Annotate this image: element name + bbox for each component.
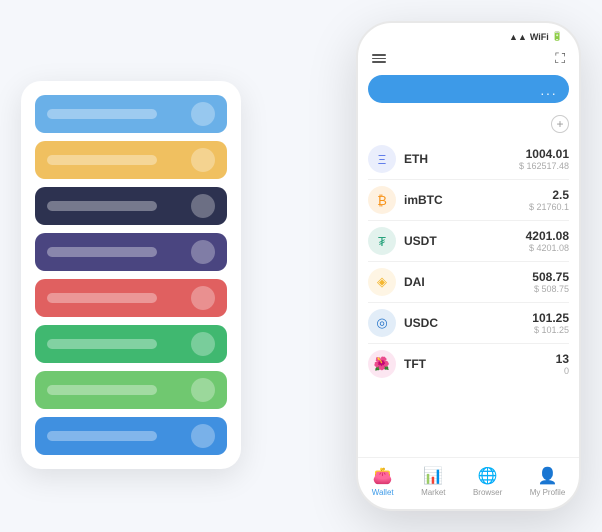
asset-icon-usdt: ₮ — [368, 227, 396, 255]
assets-tabs: + — [358, 113, 579, 139]
stack-card-bar-0 — [47, 109, 157, 119]
stack-card-0[interactable] — [35, 95, 227, 133]
asset-name-imbtc: imBTC — [404, 193, 521, 207]
nav-label-wallet: Wallet — [372, 488, 394, 497]
asset-usd-dai: $ 508.75 — [532, 284, 569, 294]
asset-amount-usdt: 4201.08 — [526, 229, 569, 243]
stack-card-4[interactable] — [35, 279, 227, 317]
nav-label-browser: Browser — [473, 488, 502, 497]
asset-item-eth[interactable]: Ξ ETH 1004.01$ 162517.48 — [358, 139, 579, 179]
asset-item-usdc[interactable]: ◎ USDC 101.25$ 101.25 — [358, 303, 579, 343]
stack-card-icon-3 — [191, 240, 215, 264]
stack-card-bar-2 — [47, 201, 157, 211]
stack-card-icon-2 — [191, 194, 215, 218]
asset-values-dai: 508.75$ 508.75 — [532, 270, 569, 294]
asset-item-imbtc[interactable]: ₿ imBTC 2.5$ 21760.1 — [358, 180, 579, 220]
asset-icon-usdc: ◎ — [368, 309, 396, 337]
menu-icon[interactable] — [372, 54, 386, 63]
stack-card-3[interactable] — [35, 233, 227, 271]
nav-icon-my-profile: 👤 — [538, 466, 558, 486]
stack-card-icon-6 — [191, 378, 215, 402]
status-icons: ▲▲ WiFi 🔋 — [509, 31, 563, 42]
stack-card-2[interactable] — [35, 187, 227, 225]
phone: ▲▲ WiFi 🔋 ⛶ ··· — [356, 21, 581, 511]
asset-list: Ξ ETH 1004.01$ 162517.48 ₿ imBTC 2.5$ 21760.1… — [358, 139, 579, 457]
stack-card-icon-4 — [191, 286, 215, 310]
asset-item-dai[interactable]: ◈ DAI 508.75$ 508.75 — [358, 262, 579, 302]
stack-card-7[interactable] — [35, 417, 227, 455]
asset-item-tft[interactable]: 🌺 TFT 130 — [358, 344, 579, 384]
bottom-nav: 👛 Wallet 📊 Market 🌐 Browser 👤 My Profile — [358, 457, 579, 509]
stack-card-6[interactable] — [35, 371, 227, 409]
stack-card-bar-6 — [47, 385, 157, 395]
asset-usd-eth: $ 162517.48 — [519, 161, 569, 171]
asset-icon-tft: 🌺 — [368, 350, 396, 378]
expand-icon[interactable]: ⛶ — [555, 50, 565, 67]
stack-card-icon-7 — [191, 424, 215, 448]
stack-card-bar-3 — [47, 247, 157, 257]
asset-values-eth: 1004.01$ 162517.48 — [519, 147, 569, 171]
asset-icon-eth: Ξ — [368, 145, 396, 173]
asset-usd-usdc: $ 101.25 — [532, 325, 569, 335]
status-bar: ▲▲ WiFi 🔋 — [358, 23, 579, 46]
stack-card-bar-7 — [47, 431, 157, 441]
asset-values-usdc: 101.25$ 101.25 — [532, 311, 569, 335]
asset-usd-imbtc: $ 21760.1 — [529, 202, 569, 212]
eth-wallet-card[interactable]: ··· — [368, 75, 569, 103]
stack-card-bar-1 — [47, 155, 157, 165]
add-asset-button[interactable]: + — [551, 115, 569, 133]
asset-name-tft: TFT — [404, 357, 548, 371]
stack-card-bar-5 — [47, 339, 157, 349]
nav-item-browser[interactable]: 🌐 Browser — [473, 466, 502, 497]
stack-card-5[interactable] — [35, 325, 227, 363]
asset-name-eth: ETH — [404, 152, 511, 166]
stack-card-1[interactable] — [35, 141, 227, 179]
asset-values-usdt: 4201.08$ 4201.08 — [526, 229, 569, 253]
asset-amount-dai: 508.75 — [532, 270, 569, 284]
asset-name-dai: DAI — [404, 275, 524, 289]
asset-item-usdt[interactable]: ₮ USDT 4201.08$ 4201.08 — [358, 221, 579, 261]
phone-content: ··· + Ξ ETH 1004.01$ 162517.48 ₿ imBTC 2.5$ 2… — [358, 75, 579, 457]
stack-card-bar-4 — [47, 293, 157, 303]
asset-amount-imbtc: 2.5 — [529, 188, 569, 202]
stack-card-icon-0 — [191, 102, 215, 126]
nav-label-my-profile: My Profile — [530, 488, 566, 497]
nav-item-my-profile[interactable]: 👤 My Profile — [530, 466, 566, 497]
stack-card-icon-1 — [191, 148, 215, 172]
asset-values-imbtc: 2.5$ 21760.1 — [529, 188, 569, 212]
stack-card-icon-5 — [191, 332, 215, 356]
asset-icon-imbtc: ₿ — [368, 186, 396, 214]
nav-item-market[interactable]: 📊 Market — [421, 466, 445, 497]
phone-header: ⛶ — [358, 46, 579, 75]
nav-icon-wallet: 👛 — [373, 466, 393, 486]
eth-card-menu[interactable]: ··· — [540, 85, 557, 101]
asset-amount-tft: 13 — [556, 352, 569, 366]
nav-item-wallet[interactable]: 👛 Wallet — [372, 466, 394, 497]
scene: ▲▲ WiFi 🔋 ⛶ ··· — [21, 21, 581, 511]
nav-icon-market: 📊 — [423, 466, 443, 486]
card-stack — [21, 81, 241, 469]
asset-name-usdt: USDT — [404, 234, 518, 248]
asset-usd-usdt: $ 4201.08 — [526, 243, 569, 253]
asset-name-usdc: USDC — [404, 316, 524, 330]
asset-amount-usdc: 101.25 — [532, 311, 569, 325]
asset-icon-dai: ◈ — [368, 268, 396, 296]
nav-icon-browser: 🌐 — [478, 466, 498, 486]
asset-values-tft: 130 — [556, 352, 569, 376]
nav-label-market: Market — [421, 488, 445, 497]
asset-amount-eth: 1004.01 — [519, 147, 569, 161]
asset-usd-tft: 0 — [556, 366, 569, 376]
